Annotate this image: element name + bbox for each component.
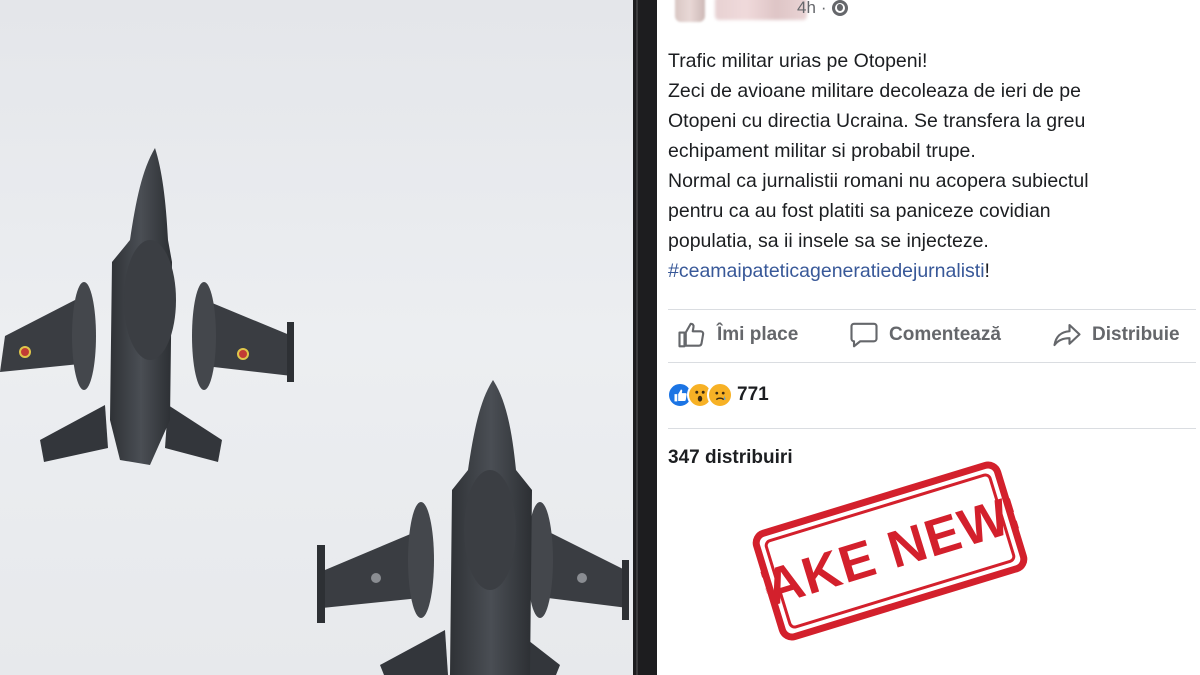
screenshot: 4h · Trafic militar urias pe Otopeni! Ze…: [0, 0, 1200, 675]
post-line: pentru ca au fost platiti sa paniceze co…: [668, 200, 1051, 222]
thumbs-up-icon: [678, 322, 705, 348]
post-line: Otopeni cu directia Ucraina. Se transfer…: [668, 110, 1086, 132]
share-arrow-icon: [1053, 323, 1081, 347]
separator: [668, 428, 1196, 429]
sad-reaction-icon: [707, 382, 733, 408]
hashtag-line: #ceamaipateticageneratiedejurnalisti!: [668, 256, 1188, 286]
meta-dot: ·: [820, 0, 827, 17]
hashtag-link[interactable]: #ceamaipateticageneratiedejurnalisti: [668, 260, 985, 282]
jet-1: [0, 148, 294, 465]
post-line: Trafic militar urias pe Otopeni!: [668, 50, 928, 72]
comment-label: Comentează: [889, 324, 1001, 345]
shares-count[interactable]: 347 distribuiri: [668, 447, 793, 469]
comment-button[interactable]: Comentează: [849, 320, 1001, 350]
post-line: echipament militar si probabil trupe.: [668, 140, 976, 162]
reactions-summary[interactable]: 771: [667, 382, 769, 408]
hashtag-suffix: !: [984, 260, 990, 282]
globe-icon[interactable]: [831, 0, 848, 16]
post-meta: 4h ·: [797, 0, 848, 18]
blurred-author-name[interactable]: [715, 0, 807, 20]
avatar[interactable]: [675, 0, 705, 22]
like-button[interactable]: Îmi place: [677, 320, 798, 350]
separator: [668, 362, 1196, 363]
post-time[interactable]: 4h: [797, 0, 816, 18]
separator: [668, 309, 1196, 310]
post-line: Normal ca jurnalistii romani nu acopera …: [668, 170, 1089, 192]
jets-illustration: [0, 148, 629, 675]
post-header: [675, 0, 807, 22]
post-line: populatia, sa ii insele sa se injecteze.: [668, 230, 989, 252]
reactions-count: 771: [737, 384, 769, 405]
panel-divider: [633, 0, 657, 675]
fighter-jets-photo: [0, 0, 633, 675]
share-label: Distribuie: [1092, 324, 1180, 345]
share-button[interactable]: Distribuie: [1052, 320, 1180, 350]
speech-bubble-icon: [850, 322, 878, 348]
post-text: Trafic militar urias pe Otopeni! Zeci de…: [668, 46, 1188, 286]
like-label: Îmi place: [717, 324, 799, 345]
post-line: Zeci de avioane militare decoleaza de ie…: [668, 80, 1081, 102]
jet-2: [317, 380, 629, 675]
action-bar: Îmi place Comentează Distribuie: [677, 318, 1200, 352]
